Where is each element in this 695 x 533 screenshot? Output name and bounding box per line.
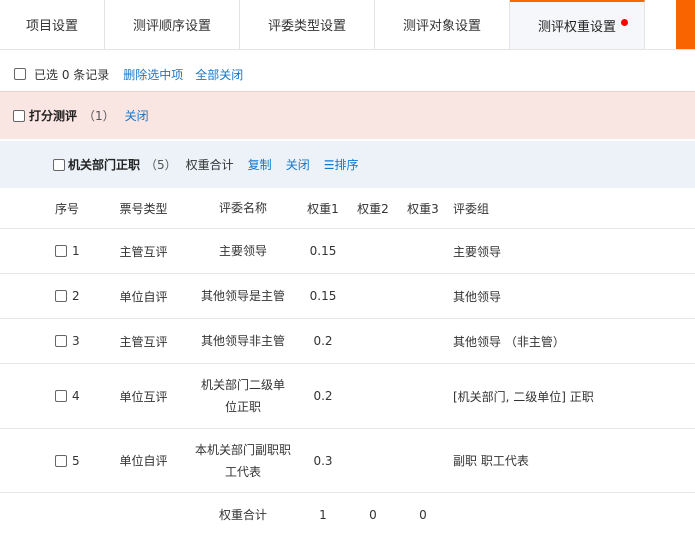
section-close-link[interactable]: 关闭 <box>125 107 149 124</box>
row-judge-group: [机关部门, 二级单位] 正职 <box>453 389 594 404</box>
row-judge-name: 主要领导 <box>218 244 267 258</box>
row-weight1[interactable]: 0.2 <box>303 364 343 428</box>
footer-weight3-total: 0 <box>419 508 427 522</box>
selected-count-text: 已选 0 条记录 <box>34 67 110 82</box>
tab-label: 测评顺序设置 <box>132 19 211 34</box>
table-footer-row: 权重合计 1 0 0 <box>0 493 695 533</box>
table-row: 3 主管互评 其他领导非主管 0.2 其他领导 （非主管） <box>0 319 695 364</box>
tab-evaluation-targets[interactable]: 测评对象设置 <box>375 0 510 49</box>
row-weight1[interactable]: 0.15 <box>303 229 343 273</box>
row-weight3[interactable] <box>403 429 443 492</box>
row-ticket-type: 单位自评 <box>119 289 168 304</box>
row-judge-name: 本机关部门副职职工代表 <box>194 442 291 479</box>
row-weight2[interactable] <box>353 319 393 363</box>
row-seq-cell: 2 <box>55 274 100 318</box>
row-ticket-type: 主管互评 <box>119 244 168 259</box>
row-seq-cell: 5 <box>55 429 100 492</box>
group-close-link[interactable]: 关闭 <box>286 156 310 173</box>
row-checkbox[interactable] <box>55 454 67 467</box>
row-checkbox[interactable] <box>55 290 67 302</box>
unsaved-dot-icon <box>621 19 628 26</box>
group-checkbox[interactable] <box>53 158 65 171</box>
footer-total-label: 权重合计 <box>218 508 267 522</box>
group-header: 机关部门正职 （5） 权重合计 复制 关闭 ☰排序 <box>0 141 695 188</box>
group-title: 机关部门正职 <box>68 158 141 172</box>
row-judge-group: 主要领导 <box>453 244 502 259</box>
tab-overflow-button[interactable] <box>676 0 695 49</box>
row-judge-name: 其他领导是主管 <box>200 289 285 303</box>
row-weight3[interactable] <box>403 364 443 428</box>
row-seq-cell: 1 <box>55 229 100 273</box>
section-count: （1） <box>83 109 115 123</box>
table-row: 5 单位自评 本机关部门副职职工代表 0.3 副职 职工代表 <box>0 429 695 493</box>
header-weight3: 权重3 <box>407 201 439 216</box>
row-weight2[interactable] <box>353 229 393 273</box>
tab-project-settings[interactable]: 项目设置 <box>0 0 105 49</box>
row-judge-group: 其他领导 （非主管） <box>453 334 565 349</box>
row-ticket-type: 单位互评 <box>119 389 168 404</box>
delete-selected-link[interactable]: 删除选中项 <box>123 66 183 83</box>
tab-evaluation-order[interactable]: 测评顺序设置 <box>105 0 240 49</box>
header-weight1: 权重1 <box>307 201 339 216</box>
tab-label: 测评对象设置 <box>402 19 481 34</box>
group-total-label: 权重合计 <box>185 158 234 172</box>
table-row: 1 主管互评 主要领导 0.15 主要领导 <box>0 229 695 274</box>
row-weight2[interactable] <box>353 274 393 318</box>
row-seq: 5 <box>72 453 80 468</box>
section-header-scoring: 打分测评 （1） 关闭 <box>0 91 695 139</box>
tab-judge-types[interactable]: 评委类型设置 <box>240 0 375 49</box>
header-ticket-type: 票号类型 <box>119 201 168 216</box>
tab-label: 评委类型设置 <box>267 19 346 34</box>
row-seq-cell: 4 <box>55 364 100 428</box>
row-weight1[interactable]: 0.2 <box>303 319 343 363</box>
table-row: 2 单位自评 其他领导是主管 0.15 其他领导 <box>0 274 695 319</box>
table-row: 4 单位互评 机关部门二级单位正职 0.2 [机关部门, 二级单位] 正职 <box>0 364 695 429</box>
row-ticket-type: 单位自评 <box>119 454 168 468</box>
row-weight1[interactable]: 0.15 <box>303 274 343 318</box>
tab-label: 项目设置 <box>25 19 78 34</box>
row-checkbox[interactable] <box>55 390 67 402</box>
row-seq: 2 <box>72 289 80 303</box>
row-checkbox[interactable] <box>55 245 67 257</box>
select-all-checkbox[interactable] <box>14 68 26 80</box>
row-weight2[interactable] <box>353 364 393 428</box>
row-weight1[interactable]: 0.3 <box>303 429 343 492</box>
row-ticket-type: 主管互评 <box>119 334 168 349</box>
copy-link[interactable]: 复制 <box>248 156 272 173</box>
row-weight3[interactable] <box>403 274 443 318</box>
tab-label: 测评权重设置 <box>537 20 616 35</box>
table-header-row: 序号 票号类型 评委名称 权重1 权重2 权重3 评委组 <box>0 188 695 229</box>
row-weight3[interactable] <box>403 319 443 363</box>
row-judge-name: 其他领导非主管 <box>200 334 285 348</box>
section-checkbox[interactable] <box>13 109 25 122</box>
footer-weight2-total: 0 <box>369 508 377 522</box>
group-count: （5） <box>145 158 177 172</box>
sort-link[interactable]: ☰排序 <box>324 156 359 173</box>
row-seq-cell: 3 <box>55 319 100 363</box>
tab-bar: 项目设置 测评顺序设置 评委类型设置 测评对象设置 测评权重设置 <box>0 0 695 50</box>
row-seq: 4 <box>72 389 80 403</box>
header-judge-group: 评委组 <box>453 201 490 216</box>
header-judge-name: 评委名称 <box>218 201 267 215</box>
row-judge-name: 机关部门二级单位正职 <box>200 378 285 414</box>
row-weight3[interactable] <box>403 229 443 273</box>
row-seq: 3 <box>72 334 80 348</box>
row-seq: 1 <box>72 244 80 258</box>
section-title: 打分测评 <box>29 109 78 123</box>
row-weight2[interactable] <box>353 429 393 492</box>
footer-weight1-total: 1 <box>319 508 327 522</box>
header-seq: 序号 <box>55 201 80 216</box>
row-judge-group: 副职 职工代表 <box>453 454 529 468</box>
tab-evaluation-weights[interactable]: 测评权重设置 <box>510 0 645 49</box>
row-checkbox[interactable] <box>55 335 67 347</box>
close-all-link[interactable]: 全部关闭 <box>195 66 243 83</box>
selection-toolbar: 已选 0 条记录 删除选中项 全部关闭 <box>14 66 243 82</box>
row-judge-group: 其他领导 <box>453 289 502 304</box>
header-weight2: 权重2 <box>357 201 389 216</box>
